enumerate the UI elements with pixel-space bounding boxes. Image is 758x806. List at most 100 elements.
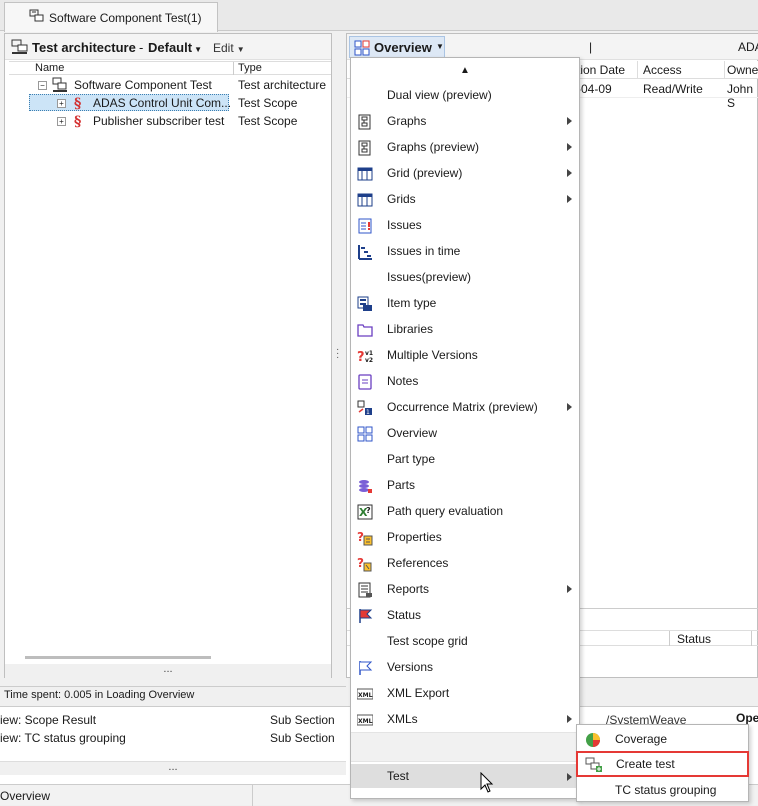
menu-item-multiple-versions[interactable]: ? v1 v2 Multiple Versions bbox=[351, 342, 579, 368]
svg-text:?: ? bbox=[366, 506, 371, 515]
left-toolbar: Test architecture - Default ▼ Edit ▼ bbox=[5, 34, 331, 60]
overview-dropdown-label: Overview bbox=[374, 40, 432, 55]
menu-item-xml-export[interactable]: XML XML Export bbox=[351, 680, 579, 706]
menu-item-item-type[interactable]: Item type bbox=[351, 290, 579, 316]
flag-icon bbox=[357, 607, 373, 623]
grid-cell-owner: John S bbox=[727, 82, 754, 110]
menu-item-label: References bbox=[387, 556, 449, 570]
toolbar-separator: | bbox=[589, 40, 593, 54]
column-divider bbox=[233, 62, 234, 75]
tree-row-type: Test Scope bbox=[238, 96, 298, 110]
svg-text:1: 1 bbox=[366, 409, 370, 416]
menu-item-label: Overview bbox=[387, 426, 438, 440]
view-dropdown-label: Default bbox=[148, 40, 193, 55]
submenu-arrow-icon bbox=[567, 195, 572, 203]
graph-icon bbox=[357, 113, 373, 130]
xml-icon: XML bbox=[356, 711, 374, 727]
menu-item-versions[interactable]: Versions bbox=[351, 654, 579, 680]
status-text: Time spent: 0.005 in Loading Overview bbox=[4, 689, 195, 701]
bottom-tab-overview[interactable]: Overview bbox=[0, 789, 50, 803]
column-header-access[interactable]: Access bbox=[643, 63, 682, 77]
bottom-row-type: Sub Section bbox=[270, 713, 335, 727]
tree-row-name: ADAS Control Unit Com... bbox=[93, 96, 232, 110]
column-header-type[interactable]: Type bbox=[238, 62, 262, 74]
reports-icon bbox=[357, 581, 373, 598]
svg-text:?: ? bbox=[357, 350, 365, 364]
menu-item-graphs-preview[interactable]: Graphs (preview) bbox=[351, 134, 579, 160]
item-type-icon bbox=[357, 295, 373, 311]
menu-item-libraries[interactable]: Libraries bbox=[351, 316, 579, 342]
svg-text:XML: XML bbox=[358, 718, 373, 725]
menu-item-issues-in-time[interactable]: Issues in time bbox=[351, 238, 579, 264]
create-test-icon bbox=[585, 756, 603, 772]
menu-item-grids[interactable]: Grids bbox=[351, 186, 579, 212]
column-header-date[interactable]: tion Date bbox=[577, 63, 625, 77]
tree-row-selected[interactable]: + § ADAS Control Unit Com... Test Scope bbox=[5, 94, 331, 112]
menu-item-label: Issues in time bbox=[387, 244, 461, 258]
tab-strip: Software Component Test(1) bbox=[0, 0, 758, 32]
svg-text:?: ? bbox=[357, 530, 364, 544]
column-divider bbox=[724, 61, 725, 79]
menu-item-references[interactable]: ? References bbox=[351, 550, 579, 576]
flag-outline-icon bbox=[357, 659, 373, 675]
submenu-item-create-test[interactable]: Create test bbox=[576, 751, 749, 777]
menu-item-occurrence-matrix-preview[interactable]: 1 Occurrence Matrix (preview) bbox=[351, 394, 579, 420]
menu-item-label: Test bbox=[387, 769, 410, 783]
edit-menu[interactable]: Edit ▼ bbox=[213, 41, 245, 55]
menu-item-label: Grid (preview) bbox=[387, 166, 463, 180]
expand-icon[interactable]: + bbox=[57, 99, 66, 108]
menu-item-test-scope-grid[interactable]: Test scope grid bbox=[351, 628, 579, 654]
menu-item-properties[interactable]: ? Properties bbox=[351, 524, 579, 550]
column-header-owner[interactable]: Owne bbox=[727, 63, 758, 77]
submenu-item-label: Create test bbox=[616, 757, 675, 771]
menu-item-reports[interactable]: Reports bbox=[351, 576, 579, 602]
menu-item-graphs[interactable]: Graphs bbox=[351, 108, 579, 134]
menu-item-label: Part type bbox=[387, 452, 436, 466]
menu-item-path-query-evaluation[interactable]: X? Path query evaluation bbox=[351, 498, 579, 524]
menu-item-status[interactable]: Status bbox=[351, 602, 579, 628]
title-separator: - bbox=[139, 40, 144, 55]
left-panel-footer: ... bbox=[5, 664, 331, 678]
test-submenu: Coverage Create test TC status grouping bbox=[576, 724, 749, 802]
toolbar-truncated-title: ADA bbox=[738, 40, 758, 54]
menu-item-notes[interactable]: Notes bbox=[351, 368, 579, 394]
submenu-item-tc-status-grouping[interactable]: TC status grouping bbox=[577, 777, 748, 803]
menu-item-label: Path query evaluation bbox=[387, 504, 504, 518]
tree-row[interactable]: − Software Component Test Test architect… bbox=[5, 76, 331, 94]
menu-item-overview[interactable]: Overview bbox=[351, 420, 579, 446]
scroll-up-button[interactable]: ▲ bbox=[351, 60, 579, 82]
tree-row[interactable]: + § Publisher subscriber test Test Scope bbox=[5, 112, 331, 130]
notes-icon bbox=[357, 373, 373, 390]
expand-icon[interactable]: + bbox=[57, 117, 66, 126]
svg-text:v1: v1 bbox=[365, 350, 373, 357]
column-header-name[interactable]: Name bbox=[35, 62, 64, 74]
panel-title: Test architecture bbox=[32, 40, 136, 55]
menu-item-issues[interactable]: Issues bbox=[351, 212, 579, 238]
menu-item-parts[interactable]: Parts bbox=[351, 472, 579, 498]
menu-item-part-type[interactable]: Part type bbox=[351, 446, 579, 472]
graph-icon bbox=[357, 139, 373, 156]
pie-chart-icon bbox=[585, 731, 601, 747]
menu-item-label: Test scope grid bbox=[387, 634, 468, 648]
horizontal-scrollbar[interactable] bbox=[25, 656, 211, 659]
overview-icon bbox=[357, 425, 373, 442]
submenu-item-coverage[interactable]: Coverage bbox=[577, 726, 748, 752]
parts-icon bbox=[357, 477, 373, 493]
splitter-handle[interactable]: · · · bbox=[336, 345, 340, 363]
menu-item-grid-preview[interactable]: Grid (preview) bbox=[351, 160, 579, 186]
mouse-cursor-icon bbox=[480, 772, 494, 793]
overview-dropdown[interactable]: Overview ▼ bbox=[349, 36, 445, 58]
test-architecture-icon bbox=[11, 39, 29, 55]
submenu-arrow-icon bbox=[567, 403, 572, 411]
issues-icon bbox=[357, 217, 373, 234]
collapse-icon[interactable]: − bbox=[38, 81, 47, 90]
menu-item-issues-preview[interactable]: Issues(preview) bbox=[351, 264, 579, 290]
document-tab[interactable]: Software Component Test(1) bbox=[4, 2, 218, 32]
menu-item-xmls[interactable]: XML XMLs bbox=[351, 706, 579, 732]
column-divider bbox=[751, 631, 752, 646]
view-dropdown[interactable]: Default ▼ bbox=[148, 40, 202, 55]
grid-cell-access: Read/Write bbox=[643, 82, 703, 96]
column-header-status[interactable]: Status bbox=[677, 632, 711, 646]
menu-item-dual-view-preview[interactable]: Dual view (preview) bbox=[351, 82, 579, 108]
menu-item-test[interactable]: Test bbox=[351, 764, 579, 788]
